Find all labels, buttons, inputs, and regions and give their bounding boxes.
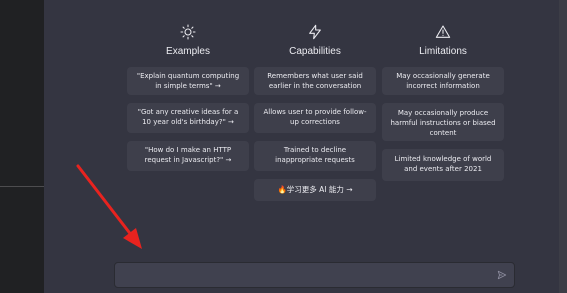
- capabilities-heading: Capabilities: [289, 46, 341, 57]
- sun-icon: [180, 24, 196, 40]
- warning-icon: [435, 25, 451, 38]
- scrollbar[interactable]: [559, 0, 567, 293]
- capability-card: Trained to decline inappropriate request…: [254, 141, 376, 171]
- lightning-icon: [309, 24, 321, 40]
- examples-heading: Examples: [166, 46, 210, 57]
- send-icon[interactable]: [497, 270, 507, 280]
- examples-column: Examples "Explain quantum computing in s…: [127, 24, 249, 179]
- capabilities-column: Capabilities Remembers what user said ea…: [254, 24, 376, 209]
- limitation-card: Limited knowledge of world and events af…: [382, 149, 504, 181]
- limitation-card: May occasionally produce harmful instruc…: [382, 103, 504, 141]
- capability-card: Allows user to provide follow-up correct…: [254, 103, 376, 133]
- example-prompt-card[interactable]: "Got any creative ideas for a 10 year ol…: [127, 103, 249, 133]
- limitations-heading: Limitations: [419, 46, 467, 57]
- learn-more-ai-button[interactable]: 🔥学习更多 AI 能力 →: [254, 179, 376, 201]
- example-prompt-card[interactable]: "Explain quantum computing in simple ter…: [127, 67, 249, 95]
- capability-card: Remembers what user said earlier in the …: [254, 67, 376, 95]
- example-prompt-card[interactable]: "How do I make an HTTP request in Javasc…: [127, 141, 249, 171]
- sidebar: [0, 0, 44, 293]
- message-input[interactable]: [114, 262, 515, 288]
- limitations-column: Limitations May occasionally generate in…: [382, 24, 504, 189]
- limitation-card: May occasionally generate incorrect info…: [382, 67, 504, 95]
- sidebar-divider: [0, 186, 44, 187]
